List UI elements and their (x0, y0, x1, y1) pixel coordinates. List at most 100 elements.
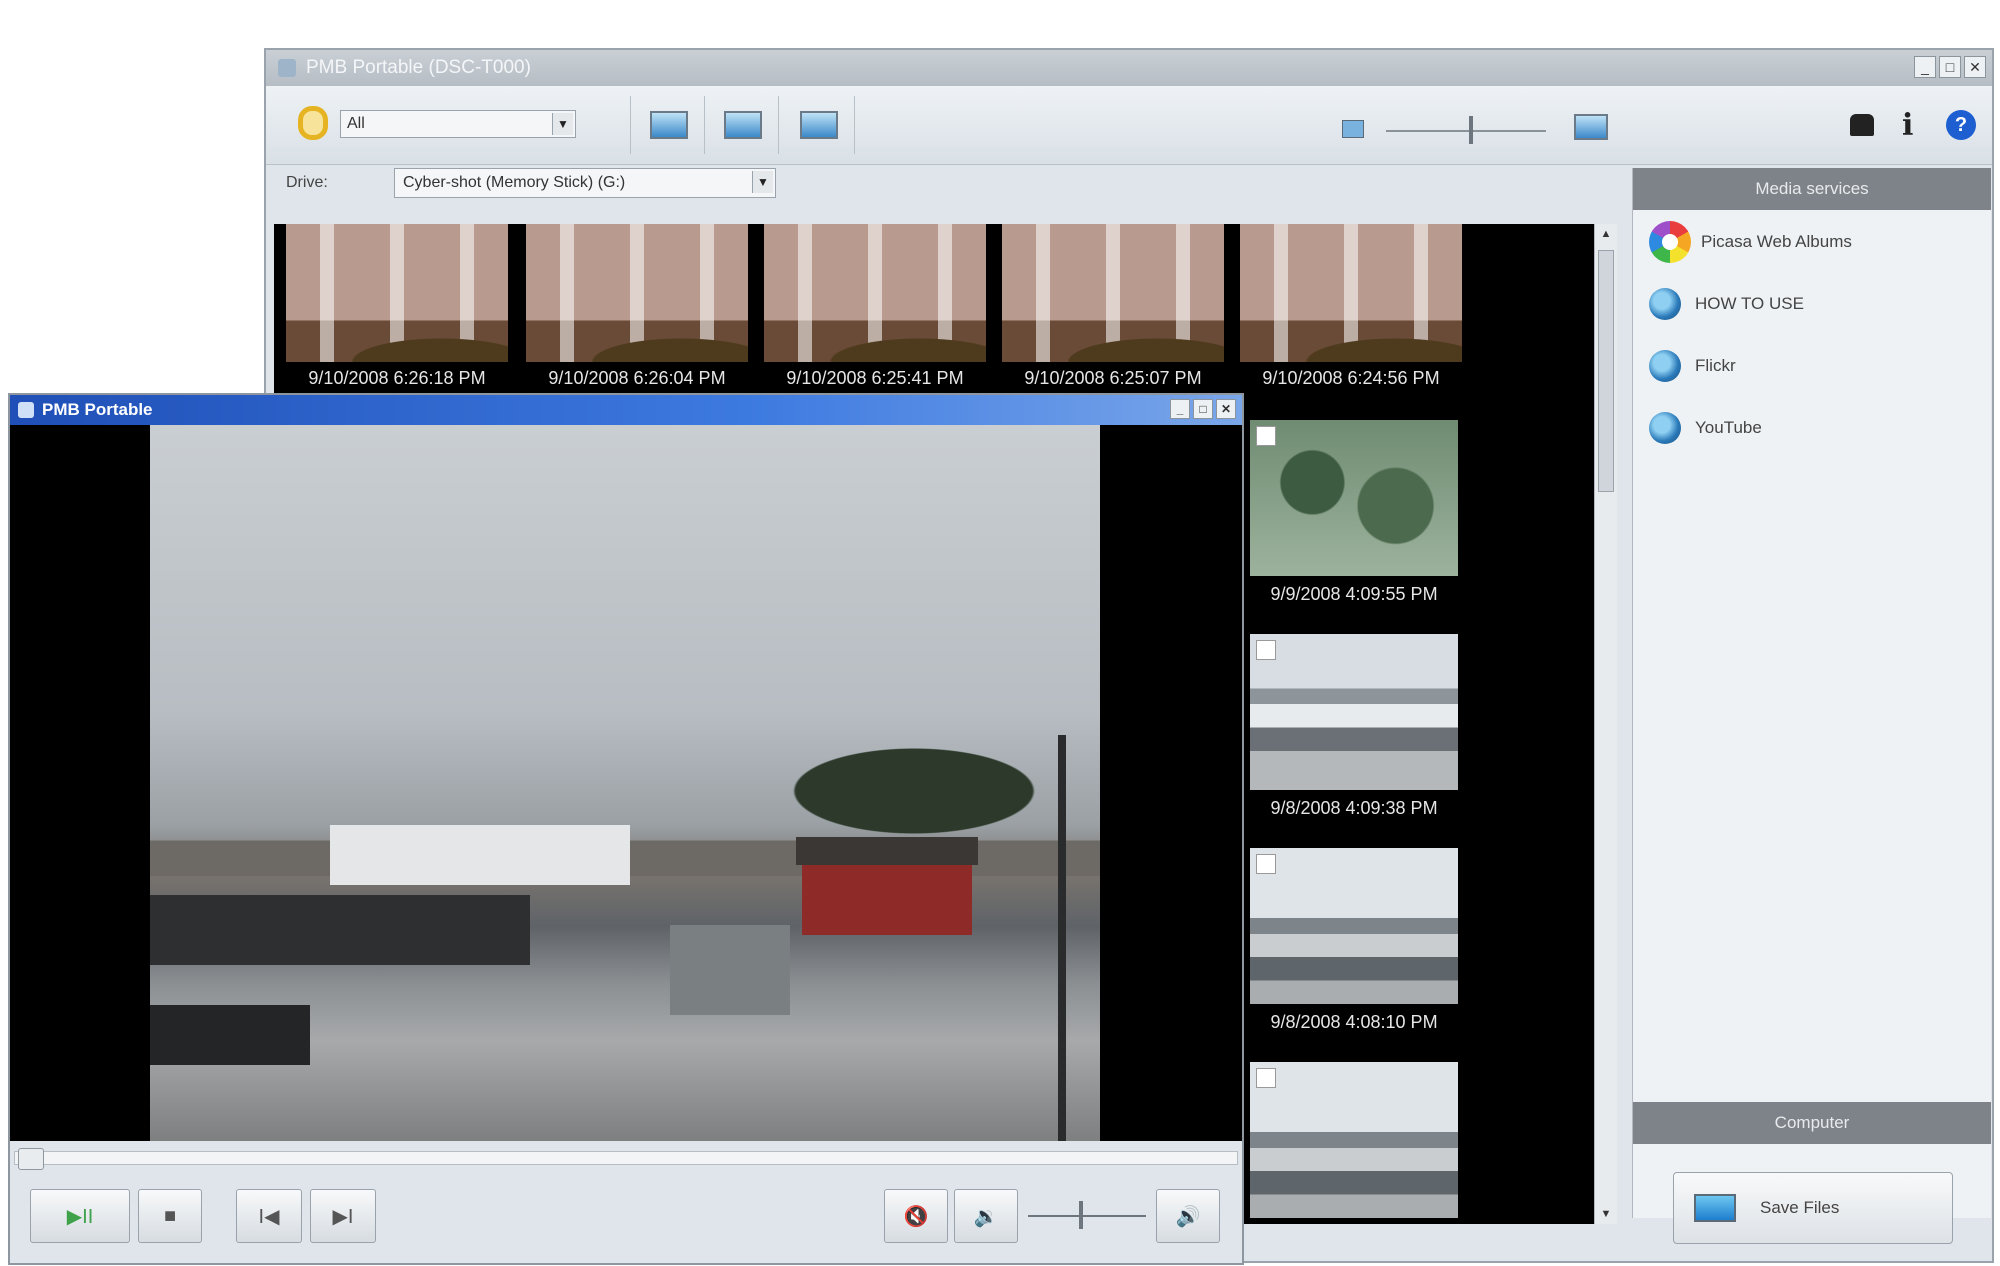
thumbnail-item[interactable]: 9/10/2008 6:26:18 PM (286, 224, 508, 394)
thumbnail-image (286, 224, 508, 362)
zoom-small-icon[interactable] (1342, 120, 1364, 138)
slideshow-icon (800, 111, 838, 139)
service-picasa[interactable]: Picasa Web Albums (1649, 220, 1852, 264)
lock-icon[interactable] (1850, 114, 1874, 136)
next-button[interactable]: ▶I (310, 1189, 376, 1243)
volume-down-button[interactable]: 🔉 (954, 1189, 1018, 1243)
main-toolbar: All ▼ i ? (266, 86, 1992, 165)
player-titlebar[interactable]: PMB Portable _ □ ✕ (10, 395, 1242, 425)
scene-pole (1058, 735, 1066, 1141)
mute-button[interactable]: 🔇 (884, 1189, 948, 1243)
zoom-slider[interactable] (1386, 130, 1546, 132)
thumbnail-image (1250, 634, 1458, 790)
picasa-icon (1649, 221, 1691, 263)
seek-bar[interactable] (14, 1151, 1238, 1165)
zoom-large-icon[interactable] (1574, 114, 1608, 140)
thumbnail-item[interactable]: 9/8/2008 4:09:38 PM (1250, 634, 1458, 824)
video-area[interactable] (10, 425, 1242, 1141)
thumbnail-item[interactable]: 9/10/2008 6:25:41 PM (764, 224, 986, 394)
globe-icon (1649, 288, 1681, 320)
zoom-slider-thumb[interactable] (1469, 116, 1473, 144)
thumbnail-date: 9/10/2008 6:25:07 PM (1024, 368, 1202, 388)
folder-icon[interactable] (298, 106, 328, 140)
thumbnail-image (526, 224, 748, 362)
thumbnail-item[interactable]: 9/10/2008 6:26:04 PM (526, 224, 748, 394)
filter-select[interactable]: All ▼ (340, 110, 576, 138)
play-pause-button[interactable]: ▶II (30, 1189, 130, 1243)
drive-select[interactable]: Cyber-shot (Memory Stick) (G:) ▼ (394, 168, 776, 198)
slideshow-button[interactable] (796, 104, 842, 146)
volume-up-button[interactable]: 🔊 (1156, 1189, 1220, 1243)
main-window-controls: _ □ ✕ (1914, 56, 1986, 78)
thumbnail-checkbox[interactable] (1256, 854, 1276, 874)
scene-kiosk (670, 925, 790, 1015)
thumbnail-checkbox[interactable] (1256, 640, 1276, 660)
thumbnail-image (1250, 848, 1458, 1004)
thumbnail-item[interactable]: 9/8/2008 4:08:10 PM (1250, 848, 1458, 1038)
service-youtube[interactable]: YouTube (1649, 406, 1762, 450)
maximize-button[interactable]: □ (1939, 56, 1961, 78)
thumbnail-scrollbar[interactable]: ▲ ▼ (1594, 224, 1617, 1224)
thumbnail-image (1250, 1062, 1458, 1218)
thumbnail-item[interactable]: 9/9/2008 4:09:55 PM (1250, 420, 1458, 610)
service-label: YouTube (1695, 418, 1762, 437)
seek-thumb[interactable] (18, 1148, 44, 1170)
toolbar-divider (704, 96, 705, 154)
thumbnail-image (1002, 224, 1224, 362)
close-button[interactable]: ✕ (1964, 56, 1986, 78)
player-window-controls: _ □ ✕ (1170, 399, 1236, 419)
save-files-button[interactable]: Save Files (1673, 1172, 1953, 1244)
main-titlebar[interactable]: PMB Portable (DSC-T000) _ □ ✕ (266, 50, 1992, 86)
media-services-header: Media services (1633, 168, 1991, 210)
scene-trees (790, 725, 1100, 835)
globe-icon (1649, 412, 1681, 444)
help-icon[interactable]: ? (1946, 110, 1976, 140)
save-files-label: Save Files (1760, 1198, 1840, 1217)
thumbnail-date: 9/10/2008 6:26:04 PM (548, 368, 726, 388)
drive-select-value: Cyber-shot (Memory Stick) (G:) (403, 174, 626, 191)
import-photo-button[interactable] (646, 104, 692, 146)
service-label: Picasa Web Albums (1701, 232, 1852, 251)
toolbar-divider (630, 96, 631, 154)
chevron-down-icon[interactable]: ▼ (552, 113, 573, 135)
toolbar-divider (778, 96, 779, 154)
volume-slider-thumb[interactable] (1079, 1201, 1084, 1229)
thumbnail-date: 9/8/2008 4:08:10 PM (1270, 1012, 1438, 1032)
maximize-button[interactable]: □ (1193, 399, 1213, 419)
service-flickr[interactable]: Flickr (1649, 344, 1736, 388)
thumbnail-item[interactable] (1250, 1062, 1458, 1222)
player-window: PMB Portable _ □ ✕ ▶II ■ I◀ ▶I 🔇 🔉 🔊 (8, 393, 1244, 1265)
computer-header: Computer (1633, 1102, 1991, 1144)
scroll-down-icon[interactable]: ▼ (1595, 1204, 1617, 1224)
video-frame (150, 425, 1100, 1141)
previous-button[interactable]: I◀ (236, 1189, 302, 1243)
scrollbar-thumb[interactable] (1598, 250, 1614, 492)
side-panel: Media services Picasa Web Albums HOW TO … (1632, 168, 1991, 1244)
thumbnail-checkbox[interactable] (1256, 426, 1276, 446)
minimize-button[interactable]: _ (1914, 56, 1936, 78)
thumbnail-item[interactable]: 9/10/2008 6:25:07 PM (1002, 224, 1224, 394)
service-how-to-use[interactable]: HOW TO USE (1649, 282, 1804, 326)
drive-label: Drive: (286, 174, 328, 191)
thumbnail-image (1240, 224, 1462, 362)
service-label: HOW TO USE (1695, 294, 1804, 313)
scroll-up-icon[interactable]: ▲ (1595, 224, 1617, 244)
filter-select-value: All (347, 115, 365, 132)
stop-button[interactable]: ■ (138, 1189, 202, 1243)
thumbnail-item[interactable]: 9/10/2008 6:24:56 PM (1240, 224, 1462, 394)
chevron-down-icon[interactable]: ▼ (752, 171, 773, 193)
close-button[interactable]: ✕ (1216, 399, 1236, 419)
info-icon[interactable]: i (1902, 108, 1913, 143)
thumbnail-date: 9/10/2008 6:25:41 PM (786, 368, 964, 388)
export-photo-button[interactable] (720, 104, 766, 146)
volume-slider[interactable] (1028, 1215, 1146, 1217)
thumbnail-checkbox[interactable] (1256, 1068, 1276, 1088)
monitor-icon (1694, 1194, 1736, 1222)
service-label: Flickr (1695, 356, 1736, 375)
minimize-button[interactable]: _ (1170, 399, 1190, 419)
thumbnail-image (1250, 420, 1458, 576)
thumbnail-date: 9/10/2008 6:24:56 PM (1262, 368, 1440, 388)
thumbnail-date: 9/9/2008 4:09:55 PM (1270, 584, 1438, 604)
app-icon (278, 59, 296, 77)
import-photo-icon (650, 111, 688, 139)
